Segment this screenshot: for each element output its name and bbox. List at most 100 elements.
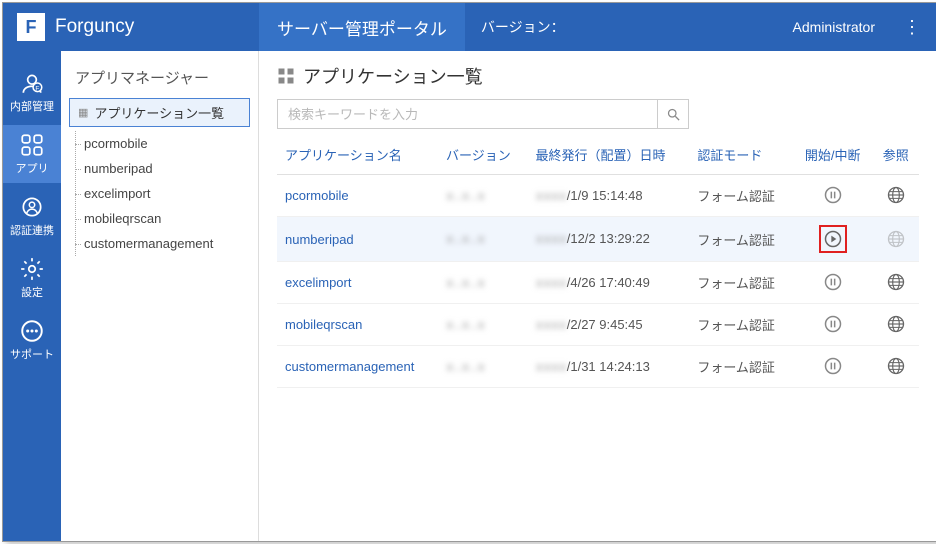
play-icon xyxy=(821,227,845,251)
globe-icon xyxy=(886,185,906,205)
globe-icon xyxy=(886,356,906,376)
cell-auth: フォーム認証 xyxy=(689,175,793,217)
tree-item[interactable]: pcormobile xyxy=(76,131,258,156)
logo: F Forguncy xyxy=(3,13,259,41)
app-name-link[interactable]: numberipad xyxy=(277,217,438,262)
cell-version: x.x.x xyxy=(438,346,527,388)
cell-auth: フォーム認証 xyxy=(689,346,793,388)
cell-auth: フォーム認証 xyxy=(689,304,793,346)
cell-action xyxy=(793,262,872,304)
cell-browse xyxy=(872,304,919,346)
tree-item[interactable]: numberipad xyxy=(76,156,258,181)
table-row[interactable]: customermanagementx.x.xxxxx/1/31 14:24:1… xyxy=(277,346,919,388)
cell-browse xyxy=(872,262,919,304)
table-row[interactable]: numberipadx.x.xxxxx/12/2 13:29:22フォーム認証 xyxy=(277,217,919,262)
main-content: アプリケーション一覧 アプリケーション名 バージョン 最終発行（配置）日時 認証… xyxy=(259,51,936,541)
sidebar-title: アプリマネージャー xyxy=(61,59,258,98)
browse-button xyxy=(884,227,908,251)
search-icon xyxy=(666,107,681,122)
nav-settings[interactable]: 設定 xyxy=(3,249,61,307)
nav-apps[interactable]: アプリ xyxy=(3,125,61,183)
search-input[interactable] xyxy=(277,99,657,129)
more-circle-icon xyxy=(19,318,45,344)
pause-button[interactable] xyxy=(821,312,845,336)
overflow-menu-icon[interactable]: ⋮ xyxy=(887,17,936,38)
cell-browse xyxy=(872,346,919,388)
grid-small-icon: ▦ xyxy=(78,106,88,119)
cell-published: xxxx/1/31 14:24:13 xyxy=(528,346,690,388)
cell-published: xxxx/2/27 9:45:45 xyxy=(528,304,690,346)
cell-auth: フォーム認証 xyxy=(689,217,793,262)
cell-action xyxy=(793,346,872,388)
nav-auth[interactable]: 認証連携 xyxy=(3,187,61,245)
cell-action xyxy=(793,304,872,346)
pause-button[interactable] xyxy=(821,270,845,294)
cell-version: x.x.x xyxy=(438,175,527,217)
pause-icon xyxy=(823,314,843,334)
col-auth[interactable]: 認証モード xyxy=(689,135,793,175)
cell-browse xyxy=(872,175,919,217)
nav-internal[interactable]: F 内部管理 xyxy=(3,63,61,121)
browse-button[interactable] xyxy=(884,183,908,207)
portal-title: サーバー管理ポータル xyxy=(259,3,465,51)
cell-version: x.x.x xyxy=(438,304,527,346)
user-badge-icon: F xyxy=(19,70,45,96)
pause-icon xyxy=(823,272,843,292)
version-label: バージョン： xyxy=(465,17,581,37)
tree-item[interactable]: excelimport xyxy=(76,181,258,206)
cell-version: x.x.x xyxy=(438,262,527,304)
browse-button[interactable] xyxy=(884,312,908,336)
browse-button[interactable] xyxy=(884,270,908,294)
tree-item[interactable]: customermanagement xyxy=(76,231,258,256)
left-nav: F 内部管理 アプリ 認証連携 設定 サポート xyxy=(3,51,61,541)
tree-root-app-list[interactable]: ▦ アプリケーション一覧 xyxy=(69,98,250,127)
cell-published: xxxx/12/2 13:29:22 xyxy=(528,217,690,262)
cell-action xyxy=(793,175,872,217)
cell-action xyxy=(793,217,872,262)
search-row xyxy=(277,99,919,129)
col-browse[interactable]: 参照 xyxy=(872,135,919,175)
cell-auth: フォーム認証 xyxy=(689,262,793,304)
tree-item[interactable]: mobileqrscan xyxy=(76,206,258,231)
nav-support[interactable]: サポート xyxy=(3,311,61,369)
gear-icon xyxy=(19,256,45,282)
col-published[interactable]: 最終発行（配置）日時 xyxy=(528,135,690,175)
sidebar: アプリマネージャー ▦ アプリケーション一覧 pcormobile number… xyxy=(61,51,259,541)
apps-grid-icon xyxy=(19,132,45,158)
globe-icon xyxy=(886,229,906,249)
app-name-link[interactable]: pcormobile xyxy=(277,175,438,217)
col-name[interactable]: アプリケーション名 xyxy=(277,135,438,175)
svg-text:F: F xyxy=(35,86,39,93)
cell-published: xxxx/4/26 17:40:49 xyxy=(528,262,690,304)
app-name-link[interactable]: customermanagement xyxy=(277,346,438,388)
apps-table: アプリケーション名 バージョン 最終発行（配置）日時 認証モード 開始/中断 参… xyxy=(277,135,919,388)
page-title: アプリケーション一覧 xyxy=(277,63,919,99)
table-row[interactable]: mobileqrscanx.x.xxxxx/2/27 9:45:45フォーム認証 xyxy=(277,304,919,346)
col-version[interactable]: バージョン xyxy=(438,135,527,175)
globe-icon xyxy=(886,272,906,292)
pause-icon xyxy=(823,356,843,376)
globe-icon xyxy=(886,314,906,334)
pause-icon xyxy=(823,185,843,205)
pause-button[interactable] xyxy=(821,183,845,207)
cell-published: xxxx/1/9 15:14:48 xyxy=(528,175,690,217)
table-row[interactable]: excelimportx.x.xxxxx/4/26 17:40:49フォーム認証 xyxy=(277,262,919,304)
cell-version: x.x.x xyxy=(438,217,527,262)
app-name-link[interactable]: excelimport xyxy=(277,262,438,304)
pause-button[interactable] xyxy=(821,354,845,378)
browse-button[interactable] xyxy=(884,354,908,378)
auth-link-icon xyxy=(19,194,45,220)
header-bar: F Forguncy サーバー管理ポータル バージョン： Administrat… xyxy=(3,3,936,51)
current-user[interactable]: Administrator xyxy=(781,19,887,35)
app-window: F Forguncy サーバー管理ポータル バージョン： Administrat… xyxy=(2,2,936,542)
cell-browse xyxy=(872,217,919,262)
col-action[interactable]: 開始/中断 xyxy=(793,135,872,175)
start-button[interactable] xyxy=(819,225,847,253)
app-name-link[interactable]: mobileqrscan xyxy=(277,304,438,346)
search-button[interactable] xyxy=(657,99,689,129)
logo-icon: F xyxy=(17,13,45,41)
grid-icon xyxy=(277,67,295,85)
tree-root-label: アプリケーション一覧 xyxy=(94,103,224,122)
tree-children: pcormobile numberipad excelimport mobile… xyxy=(75,131,258,256)
table-row[interactable]: pcormobilex.x.xxxxx/1/9 15:14:48フォーム認証 xyxy=(277,175,919,217)
